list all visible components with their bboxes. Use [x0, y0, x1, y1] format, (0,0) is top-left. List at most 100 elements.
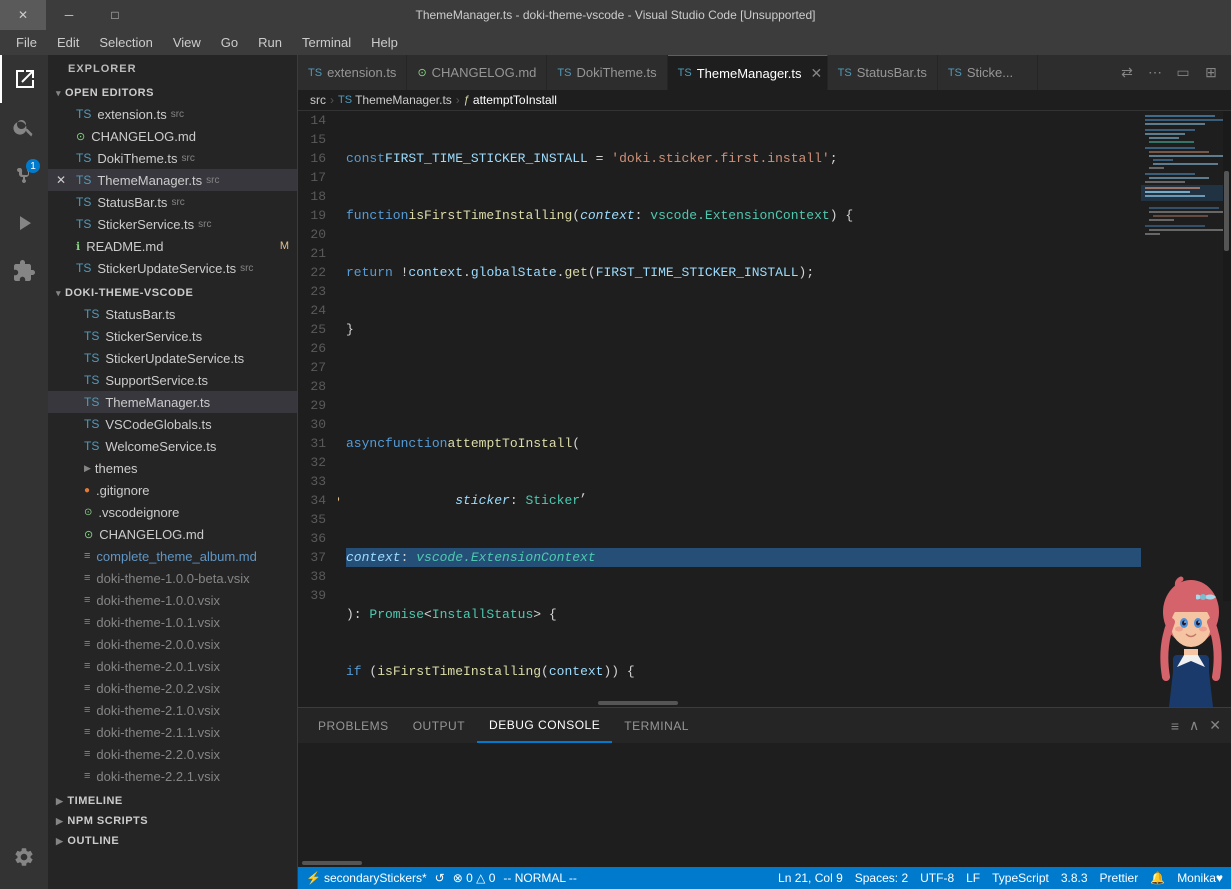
proj-vsix-202[interactable]: ≡ doki-theme-2.0.2.vsix [48, 677, 297, 699]
activity-settings[interactable] [0, 833, 48, 881]
tab-dokitheme[interactable]: TS DokiTheme.ts [547, 55, 667, 90]
statusbar-text: secondaryStickers* [324, 871, 427, 885]
proj-vsix-101[interactable]: ≡ doki-theme-1.0.1.vsix [48, 611, 297, 633]
tab-statusbar[interactable]: TS StatusBar.ts [828, 55, 938, 90]
close-icon[interactable]: ✕ [56, 173, 66, 187]
menu-go[interactable]: Go [213, 33, 246, 52]
proj-themes-folder[interactable]: ▶ themes [48, 457, 297, 479]
ts-file-icon: TS [76, 217, 91, 231]
proj-vsix-210[interactable]: ≡ doki-theme-2.1.0.vsix [48, 699, 297, 721]
panel-icons-right: ≡ ∧ ✕ [1169, 715, 1223, 736]
open-editor-changelog[interactable]: ⊙ CHANGELOG.md [48, 125, 297, 147]
proj-vsix-220[interactable]: ≡ doki-theme-2.2.0.vsix [48, 743, 297, 765]
statusbar-prettier[interactable]: Prettier [1100, 871, 1139, 885]
md-icon: ≡ [84, 550, 90, 562]
split-editor-icon[interactable]: ⇄ [1115, 61, 1139, 85]
activity-run-debug[interactable] [0, 199, 48, 247]
statusbar-eol[interactable]: LF [966, 871, 980, 885]
proj-thememanager[interactable]: TS ThemeManager.ts [48, 391, 297, 413]
timeline-header[interactable]: ▶ TIMELINE [48, 791, 297, 811]
code-hscrollbar-thumb [598, 701, 678, 705]
proj-vsix-100[interactable]: ≡ doki-theme-1.0.0.vsix [48, 589, 297, 611]
npm-scripts-header[interactable]: ▶ NPM SCRIPTS [48, 811, 297, 831]
open-editor-statusbar[interactable]: TS StatusBar.ts src [48, 191, 297, 213]
maximize-button[interactable]: □ [92, 0, 138, 30]
proj-stickerservice[interactable]: TS StickerService.ts [48, 325, 297, 347]
statusbar-sync[interactable]: ↺ [435, 871, 445, 885]
proj-vscodeignore[interactable]: ⊙ .vscodeignore [48, 501, 297, 523]
customize-layout-icon[interactable]: ⊞ [1199, 61, 1223, 85]
proj-changelog[interactable]: ⊙ CHANGELOG.md [48, 523, 297, 545]
folder-name: themes [95, 461, 138, 476]
menu-edit[interactable]: Edit [49, 33, 87, 52]
open-editor-stickerupdate[interactable]: TS StickerUpdateService.ts src [48, 257, 297, 279]
proj-vsix-201[interactable]: ≡ doki-theme-2.0.1.vsix [48, 655, 297, 677]
breadcrumb-src[interactable]: src [310, 93, 326, 107]
statusbar-encoding[interactable]: UTF-8 [920, 871, 954, 885]
code-hscrollbar[interactable] [298, 699, 1141, 707]
panel-scrollbar[interactable] [298, 859, 1231, 867]
open-editor-thememanager[interactable]: ✕ TS ThemeManager.ts src [48, 169, 297, 191]
vsix-icon: ≡ [84, 726, 90, 738]
open-editor-dokitheme[interactable]: TS DokiTheme.ts src [48, 147, 297, 169]
proj-vsix-200[interactable]: ≡ doki-theme-2.0.0.vsix [48, 633, 297, 655]
statusbar-errors[interactable]: ⊗ 0 △ 0 [453, 871, 496, 885]
menu-file[interactable]: File [8, 33, 45, 52]
code-editor[interactable]: 14 15 16 17 18 19 20 21 22 23 24 25 26 2… [298, 111, 1141, 707]
proj-stickerupdate[interactable]: TS StickerUpdateService.ts [48, 347, 297, 369]
activity-extensions[interactable] [0, 247, 48, 295]
tab-sticker[interactable]: TS Sticke... [938, 55, 1038, 90]
panel-close-icon[interactable]: ✕ [1207, 715, 1223, 736]
project-header[interactable]: ▾ DOKI-THEME-VSCODE [48, 283, 297, 303]
statusbar-version[interactable]: 3.8.3 [1061, 871, 1088, 885]
open-editor-readme[interactable]: ℹ README.md M [48, 235, 297, 257]
tab-extension-ts[interactable]: TS extension.ts [298, 55, 407, 90]
tab-thememanager[interactable]: TS ThemeManager.ts ✕ [668, 55, 828, 90]
outline-header[interactable]: ▶ OUTLINE [48, 831, 297, 851]
menu-view[interactable]: View [165, 33, 209, 52]
minimize-button[interactable]: ─ [46, 0, 92, 30]
activity-source-control[interactable]: 1 [0, 151, 48, 199]
breadcrumb-thememanager[interactable]: ThemeManager.ts [355, 93, 452, 107]
statusbar-secondary-stickers[interactable]: ⚡ secondaryStickers* [306, 871, 427, 885]
open-editors-header[interactable]: ▾ Open Editors [48, 83, 297, 103]
proj-vsix-100beta[interactable]: ≡ doki-theme-1.0.0-beta.vsix [48, 567, 297, 589]
proj-supportservice[interactable]: TS SupportService.ts [48, 369, 297, 391]
proj-complete-album[interactable]: ≡ complete_theme_album.md [48, 545, 297, 567]
panel-filter-icon[interactable]: ≡ [1169, 716, 1181, 736]
activity-explorer[interactable] [0, 55, 48, 103]
tab-changelog[interactable]: ⊙ CHANGELOG.md [407, 55, 547, 90]
statusbar-vim-mode[interactable]: -- NORMAL -- [503, 871, 577, 885]
statusbar-monika[interactable]: Monika♥ [1177, 871, 1223, 885]
breadcrumb-attempt[interactable]: attemptToInstall [473, 93, 557, 107]
proj-gitignore[interactable]: ● .gitignore [48, 479, 297, 501]
proj-statusbar[interactable]: TS StatusBar.ts [48, 303, 297, 325]
statusbar-label: ⚡ [306, 871, 321, 885]
close-button[interactable]: ✕ [0, 0, 46, 30]
statusbar-cursor[interactable]: Ln 21, Col 9 [778, 871, 843, 885]
menu-run[interactable]: Run [250, 33, 290, 52]
panel-tab-terminal[interactable]: TERMINAL [612, 708, 701, 743]
proj-vsix-221[interactable]: ≡ doki-theme-2.2.1.vsix [48, 765, 297, 787]
file-name: doki-theme-2.2.1.vsix [96, 769, 220, 784]
menu-selection[interactable]: Selection [91, 33, 160, 52]
panel-tab-output[interactable]: OUTPUT [401, 708, 477, 743]
panel-tab-problems[interactable]: PROBLEMS [306, 708, 401, 743]
statusbar-notifications[interactable]: 🔔 [1150, 871, 1165, 885]
menu-help[interactable]: Help [363, 33, 406, 52]
open-editors-label: Open Editors [65, 87, 154, 99]
statusbar-spaces[interactable]: Spaces: 2 [855, 871, 908, 885]
proj-vscodeglobals[interactable]: TS VSCodeGlobals.ts [48, 413, 297, 435]
proj-welcomeservice[interactable]: TS WelcomeService.ts [48, 435, 297, 457]
activity-search[interactable] [0, 103, 48, 151]
open-editor-stickerservice[interactable]: TS StickerService.ts src [48, 213, 297, 235]
more-actions-icon[interactable]: ⋯ [1143, 61, 1167, 85]
open-editor-extension-ts[interactable]: TS extension.ts src [48, 103, 297, 125]
menu-terminal[interactable]: Terminal [294, 33, 359, 52]
panel-tab-debug-console[interactable]: DEBUG CONSOLE [477, 708, 612, 743]
tab-close-icon[interactable]: ✕ [811, 65, 823, 82]
toggle-panel-icon[interactable]: ▭ [1171, 61, 1195, 85]
proj-vsix-211[interactable]: ≡ doki-theme-2.1.1.vsix [48, 721, 297, 743]
statusbar-language[interactable]: TypeScript [992, 871, 1049, 885]
panel-up-icon[interactable]: ∧ [1187, 715, 1201, 736]
